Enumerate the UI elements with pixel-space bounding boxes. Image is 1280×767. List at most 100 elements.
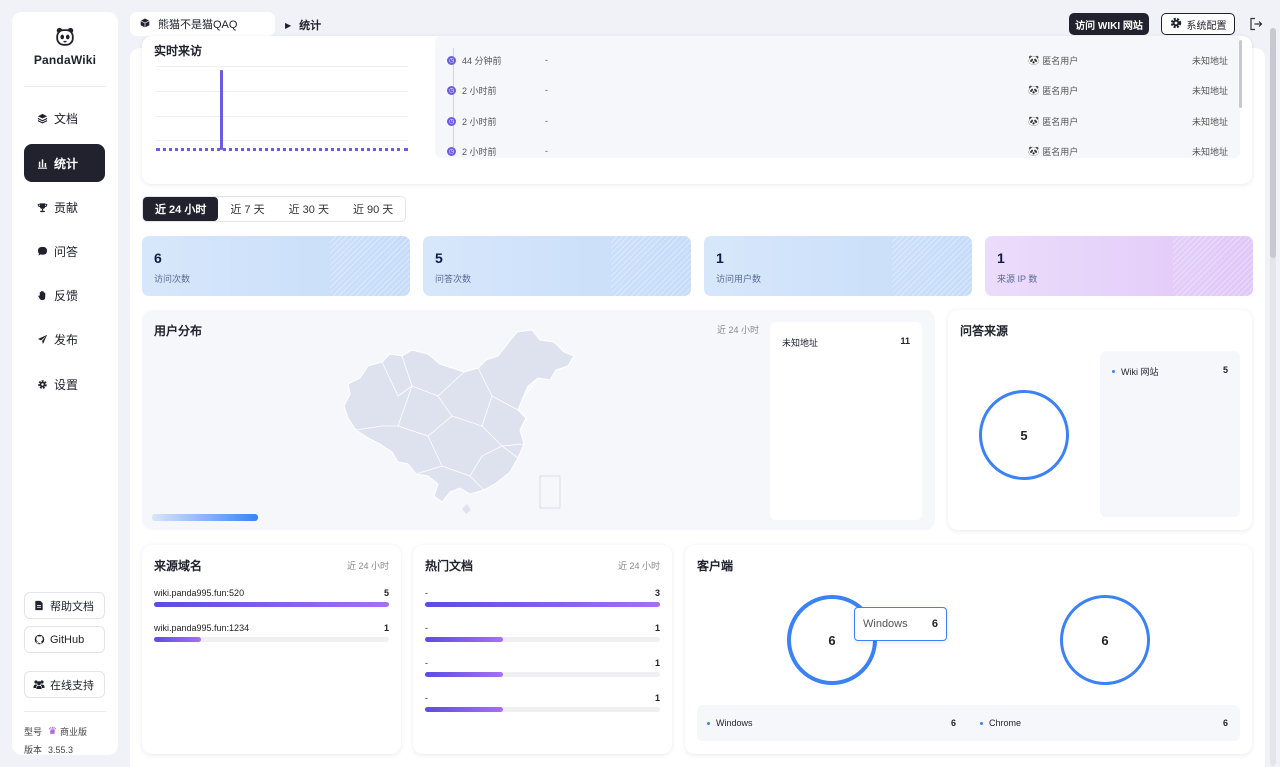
online-support-label: 在线支持 — [50, 679, 94, 692]
model-key: 型号 — [24, 727, 43, 737]
stat-questions: 5 问答次数 — [423, 236, 691, 296]
trophy-icon — [36, 201, 48, 213]
page-scrollbar-thumb[interactable] — [1270, 28, 1276, 258]
tooltip-value: 6 — [931, 618, 938, 630]
github-button[interactable]: GitHub — [24, 626, 105, 653]
referrer-name: wiki.panda995.fun:520 — [154, 588, 245, 598]
panda-logo-icon — [56, 27, 74, 46]
stat-value: 1 — [716, 250, 724, 266]
progress-track — [154, 637, 389, 642]
sidebar-item-docs[interactable]: 文档 — [24, 99, 105, 137]
knowledge-base-select[interactable]: 熊猫不是猫QAQ — [130, 12, 275, 36]
hot-doc-row[interactable]: - 1 — [425, 693, 660, 713]
chart-gridline — [156, 66, 408, 67]
legend-value: 6 — [1222, 718, 1228, 728]
progress-track — [425, 672, 660, 677]
tab-30d[interactable]: 近 30 天 — [277, 197, 341, 221]
entry-page: - — [545, 116, 548, 126]
system-config-button[interactable]: 系统配置 — [1161, 13, 1235, 35]
model-value: 商业版 — [59, 727, 87, 737]
stat-label: 问答次数 — [435, 274, 472, 284]
referrer-range: 近 24 小时 — [346, 561, 389, 571]
stat-decoration — [1173, 236, 1253, 296]
legend-dot — [980, 721, 983, 725]
legend-name: Wiki 网站 — [1121, 367, 1159, 377]
visit-wiki-button[interactable]: 访问 WIKI 网站 — [1069, 13, 1149, 35]
stat-decoration — [892, 236, 972, 296]
entry-user: 🐼 匿名用户 — [1028, 54, 1188, 67]
stat-value: 1 — [997, 250, 1005, 266]
qa-source-donut[interactable]: 5 — [979, 390, 1069, 480]
sidebar-item-label: 发布 — [54, 332, 79, 347]
entry-time: 44 分钟前 — [462, 55, 502, 66]
progress-track — [425, 637, 660, 642]
entry-page: - — [545, 85, 548, 95]
document-icon — [33, 600, 45, 612]
legend-item-os: Windows — [707, 718, 753, 728]
panda-avatar-icon: 🐼 — [1028, 54, 1040, 65]
panda-avatar-icon: 🐼 — [1028, 145, 1040, 156]
timeline-scrollbar[interactable] — [1239, 40, 1242, 108]
stat-label: 来源 IP 数 — [997, 274, 1038, 284]
sidebar-item-label: 反馈 — [54, 288, 79, 303]
china-map — [343, 329, 575, 514]
entry-user-name: 匿名用户 — [1042, 85, 1079, 96]
stat-ips: 1 来源 IP 数 — [985, 236, 1253, 296]
clock-icon: ◷ — [447, 85, 456, 95]
stat-visits: 6 访问次数 — [142, 236, 410, 296]
hot-doc-row[interactable]: - 1 — [425, 658, 660, 678]
chart-gridline — [156, 116, 408, 117]
location-row: 未知地址 11 — [782, 336, 910, 349]
entry-time: 2 小时前 — [462, 146, 497, 157]
progress-track — [425, 602, 660, 607]
client-card: 客户端 6 6 Windows 6 Chrome 6 — [685, 545, 1252, 754]
sidebar-item-qa[interactable]: 问答 — [24, 232, 105, 270]
sidebar-item-feedback[interactable]: 反馈 — [24, 276, 105, 314]
referrer-name: wiki.panda995.fun:1234 — [154, 623, 250, 633]
progress-track — [154, 602, 389, 607]
hot-doc-row[interactable]: - 1 — [425, 623, 660, 643]
github-label: GitHub — [50, 633, 85, 646]
sidebar-item-settings[interactable]: 设置 — [24, 365, 105, 403]
clock-icon: ◷ — [447, 146, 456, 156]
tab-7d[interactable]: 近 7 天 — [218, 197, 276, 221]
breadcrumb-current: 统计 — [299, 20, 322, 32]
help-docs-button[interactable]: 帮助文档 — [24, 592, 105, 619]
hot-doc-value: 1 — [654, 693, 660, 703]
progress-fill — [425, 602, 660, 607]
github-icon — [33, 634, 45, 646]
hot-doc-row[interactable]: - 3 — [425, 588, 660, 608]
timeline-entry: ◷ 44 分钟前 - 🐼 匿名用户 未知地址 — [447, 53, 1228, 67]
legend-item-browser: Chrome — [980, 718, 1021, 728]
gear-icon — [36, 378, 48, 390]
referrer-title: 来源域名 — [154, 559, 203, 573]
sidebar-item-publish[interactable]: 发布 — [24, 320, 105, 358]
legend-name: Chrome — [989, 718, 1022, 728]
entry-address: 未知地址 — [1191, 116, 1228, 127]
cube-icon — [140, 18, 150, 31]
sidebar-item-stats[interactable]: 统计 — [24, 144, 105, 182]
sidebar-item-contribute[interactable]: 贡献 — [24, 188, 105, 226]
realtime-title: 实时来访 — [154, 44, 203, 58]
sidebar-item-label: 文档 — [54, 111, 79, 126]
hot-docs-card: 热门文档 近 24 小时 - 3 - 1 - 1 - 1 — [413, 545, 672, 754]
entry-address: 未知地址 — [1191, 55, 1228, 66]
location-name: 未知地址 — [782, 338, 819, 348]
browser-donut[interactable]: 6 — [1060, 595, 1150, 685]
stat-value: 6 — [154, 250, 162, 266]
chart-gridline — [156, 140, 408, 141]
stat-label: 访问次数 — [154, 274, 191, 284]
tab-90d[interactable]: 近 90 天 — [341, 197, 405, 221]
realtime-visits-card: 实时来访 ◷ 44 分钟前 - 🐼 匿名用户 未知地址 ◷ 2 小时前 - 🐼 匿名… — [142, 36, 1252, 184]
sidebar: PandaWiki 文档 统计 贡献 问答 反馈 发布 设置 帮助文档 GitH… — [12, 12, 118, 755]
system-config-label: 系统配置 — [1186, 20, 1227, 32]
tab-24h[interactable]: 近 24 小时 — [143, 197, 219, 221]
online-support-button[interactable]: 在线支持 — [24, 671, 105, 698]
logout-icon[interactable] — [1249, 17, 1263, 31]
entry-page: - — [545, 146, 548, 156]
user-distribution-title: 用户分布 — [154, 324, 203, 338]
referrer-value: 1 — [383, 623, 389, 633]
chart-tooltip: Windows 6 — [854, 607, 947, 641]
model-info: 型号 ♛ 商业版 — [24, 725, 87, 738]
logo[interactable]: PandaWiki — [12, 26, 118, 67]
